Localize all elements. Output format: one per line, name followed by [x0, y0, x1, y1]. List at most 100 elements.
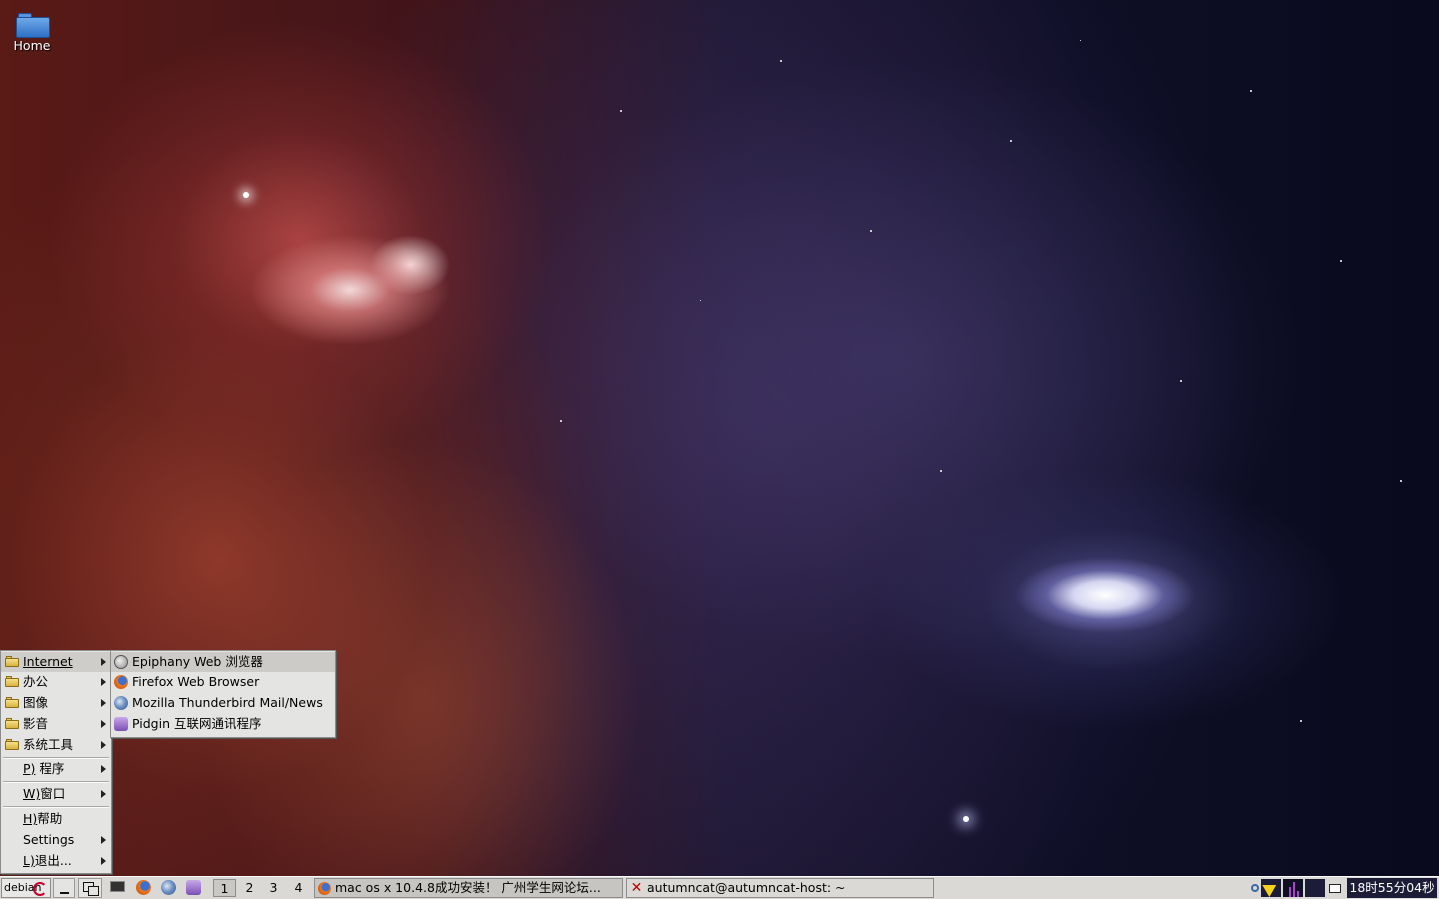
menu-item-logout[interactable]: L)退出... — [1, 851, 111, 871]
workspace-1[interactable]: 1 — [213, 879, 236, 897]
mail-tray-icon[interactable] — [1328, 879, 1344, 897]
thunderbird-icon — [114, 696, 128, 710]
star — [1250, 90, 1252, 92]
star — [940, 470, 942, 472]
star — [1300, 720, 1302, 722]
menu-item-window[interactable]: W)窗口 — [1, 784, 111, 804]
star — [1340, 260, 1342, 262]
clock[interactable]: 18时55分04秒 — [1347, 878, 1437, 898]
menu-item-thunderbird[interactable]: Mozilla Thunderbird Mail/News — [111, 693, 335, 713]
submenu-arrow-icon — [101, 658, 106, 666]
star — [780, 60, 782, 62]
menu-item-internet[interactable]: Internet — [1, 652, 111, 672]
star — [1180, 380, 1182, 382]
terminal-launcher[interactable] — [108, 878, 128, 898]
pidgin-icon — [114, 717, 128, 731]
submenu-arrow-icon — [101, 857, 106, 865]
menu-item-label: 办公 — [23, 674, 49, 689]
menu-item-label: 系统工具 — [23, 737, 74, 752]
workspace-4[interactable]: 4 — [287, 879, 310, 897]
star — [1400, 480, 1402, 482]
menu-item-settings[interactable]: Settings — [1, 830, 111, 850]
task-firefox-window[interactable]: mac os x 10.4.8成功安装！ 广州学生网论坛... — [314, 878, 623, 898]
star — [560, 420, 562, 422]
menu-item-mnemonic: H) — [23, 811, 38, 826]
star — [243, 192, 249, 198]
menu-item-label: Firefox Web Browser — [132, 674, 260, 689]
firefox-launcher[interactable] — [134, 878, 154, 898]
task-terminal-window[interactable]: ✕ autumncat@autumncat-host: ~ — [626, 878, 934, 898]
folder-icon — [5, 718, 19, 729]
internet-submenu: Epiphany Web 浏览器 Firefox Web Browser Moz… — [110, 650, 336, 738]
workspace-2[interactable]: 2 — [238, 879, 261, 897]
star — [870, 230, 872, 232]
menu-item-label: 程序 — [35, 761, 65, 776]
thunderbird-launcher[interactable] — [159, 878, 179, 898]
taskbar: debian 1 2 3 4 mac os x 10.4.8成功安装！ 广州学生… — [0, 876, 1439, 899]
cpu-monitor-graph — [1283, 879, 1303, 897]
menu-item-label: 窗口 — [40, 786, 66, 801]
home-label: Home — [13, 38, 51, 53]
menu-item-multimedia[interactable]: 影音 — [1, 714, 111, 734]
task-label: autumncat@autumncat-host: ~ — [647, 880, 846, 895]
workspace-3[interactable]: 3 — [262, 879, 285, 897]
epiphany-icon — [114, 655, 128, 669]
menu-item-programs[interactable]: P) 程序 — [1, 759, 111, 779]
menu-separator — [3, 781, 109, 783]
show-desktop-button[interactable] — [78, 878, 102, 898]
pidgin-launcher[interactable] — [184, 878, 204, 898]
firefox-icon — [136, 880, 151, 895]
menu-item-firefox[interactable]: Firefox Web Browser — [111, 672, 335, 692]
menu-item-office[interactable]: 办公 — [1, 672, 111, 692]
x-terminal-icon: ✕ — [630, 880, 643, 896]
folder-icon — [5, 676, 19, 687]
star — [700, 300, 701, 301]
menu-item-epiphany[interactable]: Epiphany Web 浏览器 — [111, 652, 335, 672]
menu-item-help[interactable]: H)帮助 — [1, 809, 111, 829]
menu-separator — [3, 806, 109, 808]
submenu-arrow-icon — [101, 720, 106, 728]
menu-item-mnemonic: L) — [23, 853, 35, 868]
star — [963, 816, 969, 822]
menu-item-label: 退出... — [34, 853, 72, 868]
folder-icon — [5, 739, 19, 750]
pidgin-icon — [186, 880, 201, 895]
menu-item-label: 帮助 — [37, 811, 63, 826]
start-button[interactable]: debian — [1, 878, 51, 898]
menu-item-label: Epiphany Web 浏览器 — [132, 654, 263, 669]
menu-item-mnemonic: W) — [23, 786, 41, 801]
menu-item-label: Pidgin 互联网通讯程序 — [132, 716, 262, 731]
star — [1080, 40, 1081, 41]
menu-item-label: 影音 — [23, 716, 49, 731]
menu-item-pidgin[interactable]: Pidgin 互联网通讯程序 — [111, 714, 335, 734]
home-desktop-icon[interactable]: Home — [10, 8, 54, 53]
menu-item-label: Mozilla Thunderbird Mail/News — [132, 695, 323, 710]
minimize-icon — [60, 892, 69, 894]
thunderbird-icon — [161, 880, 176, 895]
star — [1010, 140, 1012, 142]
menu-item-label: 图像 — [23, 695, 49, 710]
submenu-arrow-icon — [101, 678, 106, 686]
home-folder-icon — [16, 12, 50, 38]
memory-monitor-graph — [1305, 879, 1325, 897]
desktop-wallpaper: Home — [0, 0, 1439, 876]
menu-item-label: Internet — [23, 654, 73, 669]
main-menu: Internet 办公 图像 影音 系统工具 P) 程序 W)窗口 H)帮助 S… — [0, 650, 112, 874]
debian-swirl-icon — [33, 882, 47, 896]
firefox-icon — [318, 882, 331, 895]
folder-icon — [5, 697, 19, 708]
submenu-arrow-icon — [101, 765, 106, 773]
menu-item-mnemonic: P) — [23, 761, 36, 776]
menu-item-graphics[interactable]: 图像 — [1, 693, 111, 713]
submenu-arrow-icon — [101, 790, 106, 798]
submenu-arrow-icon — [101, 836, 106, 844]
submenu-arrow-icon — [101, 741, 106, 749]
notification-tray-icon[interactable] — [1261, 878, 1281, 898]
task-label: mac os x 10.4.8成功安装！ 广州学生网论坛... — [335, 880, 601, 895]
star — [620, 110, 622, 112]
minimize-all-button[interactable] — [53, 878, 75, 898]
menu-item-label: Settings — [23, 832, 75, 847]
firefox-icon — [114, 675, 128, 689]
menu-item-system-tools[interactable]: 系统工具 — [1, 735, 111, 755]
terminal-icon — [110, 881, 125, 892]
